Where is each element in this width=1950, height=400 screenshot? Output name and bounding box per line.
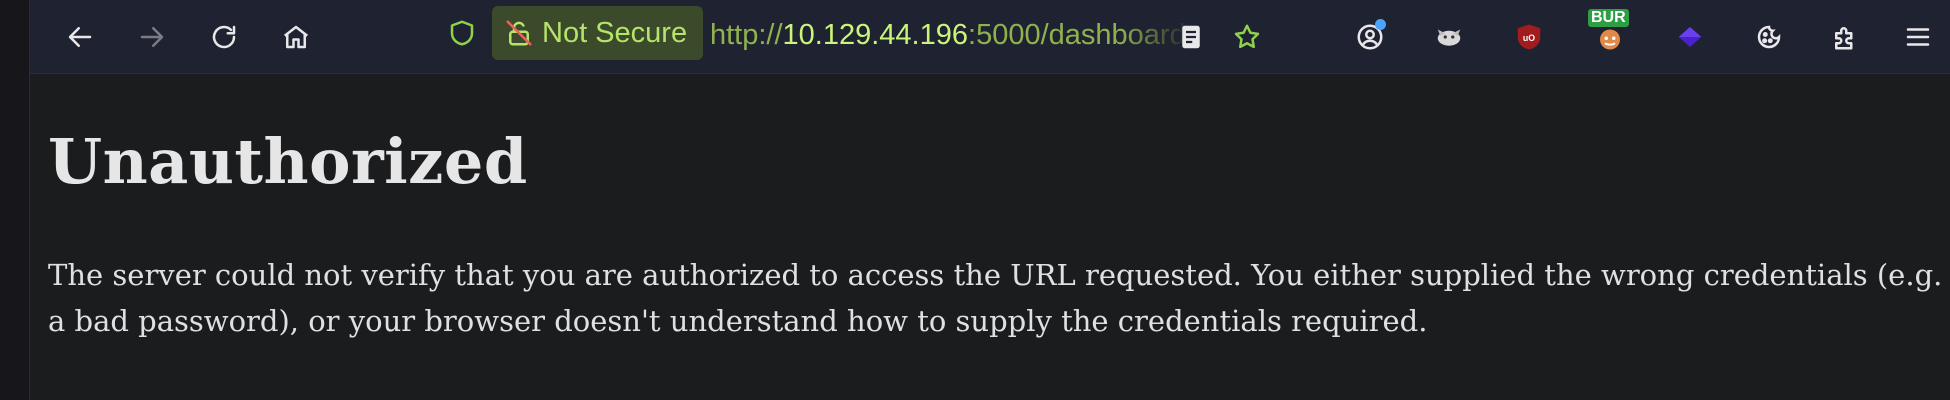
not-secure-label: Not Secure: [542, 16, 688, 49]
shield-icon: [450, 20, 474, 46]
reload-icon: [212, 25, 236, 49]
extension-burp-button[interactable]: BUR: [1586, 9, 1634, 61]
url-protocol: http://: [710, 19, 783, 51]
purple-diamond-icon: [1678, 27, 1702, 47]
puzzle-piece-icon: [1835, 27, 1853, 50]
home-icon: [283, 25, 309, 49]
browser-toolbar: Not Secure http://10.129.44.196:5000/das…: [30, 0, 1950, 74]
page-title: Unauthorized: [48, 125, 528, 198]
reload-button[interactable]: [200, 13, 248, 61]
svg-text:uO: uO: [1523, 33, 1535, 43]
extension-ublock-button[interactable]: uO: [1505, 13, 1553, 61]
app-menu-button[interactable]: [1894, 13, 1942, 61]
broken-lock-icon: [506, 20, 532, 46]
forward-button[interactable]: [128, 13, 176, 61]
error-message: The server could not verify that you are…: [48, 258, 1943, 338]
url-path: :5000/dashboard: [968, 19, 1186, 51]
bookmark-star-button[interactable]: [1223, 13, 1271, 61]
bur-badge: BUR: [1588, 9, 1629, 27]
star-icon: [1234, 24, 1260, 49]
fox-extension-icon: [1437, 29, 1461, 46]
address-bar-url[interactable]: http://10.129.44.196:5000/dashboard: [710, 12, 1192, 58]
page-content: Unauthorized The server could not verify…: [30, 75, 1950, 400]
notification-dot: [1375, 19, 1386, 30]
extension-wappalyzer-button[interactable]: [1666, 13, 1714, 61]
tracking-protection-button[interactable]: [442, 13, 482, 53]
cookie-icon: [1757, 25, 1781, 49]
site-security-area: Not Secure: [442, 6, 704, 60]
reader-view-icon: [1182, 25, 1200, 49]
back-button[interactable]: [56, 13, 104, 61]
hamburger-menu-icon: [1906, 28, 1930, 46]
not-secure-indicator[interactable]: Not Secure: [492, 6, 704, 60]
reader-view-button[interactable]: [1167, 13, 1215, 61]
left-window-edge: [0, 0, 30, 400]
ublock-shield-icon: uO: [1517, 24, 1541, 50]
extensions-menu-button[interactable]: [1821, 13, 1869, 61]
extension-cookie-button[interactable]: [1745, 13, 1793, 61]
arrow-right-icon: [140, 27, 164, 47]
extension-foxyproxy-button[interactable]: [1425, 13, 1473, 61]
home-button[interactable]: [272, 13, 320, 61]
arrow-left-icon: [68, 27, 92, 47]
account-button[interactable]: [1346, 13, 1394, 61]
url-host: 10.129.44.196: [782, 19, 969, 51]
